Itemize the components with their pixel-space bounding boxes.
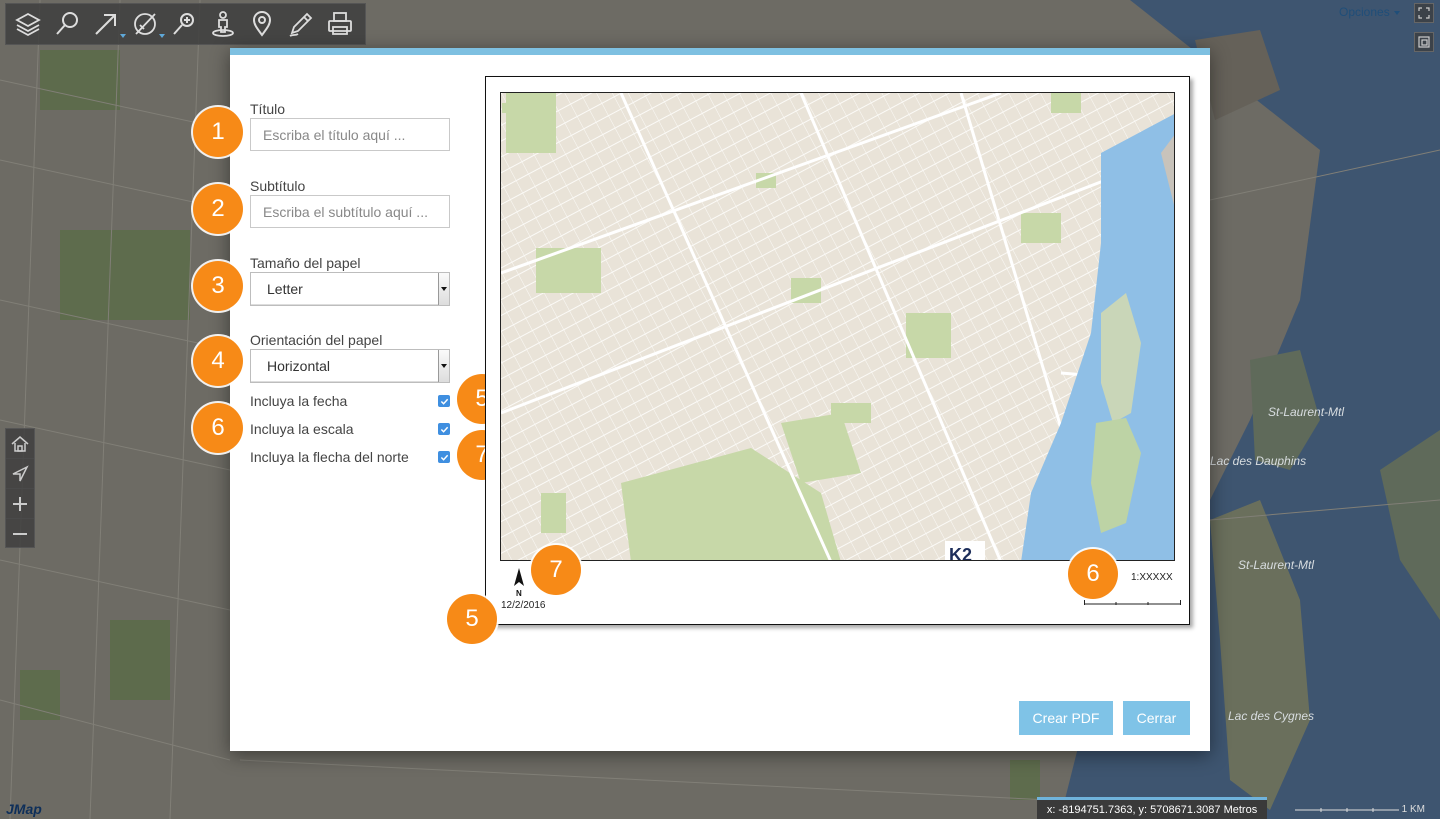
preview-scale-bar (1084, 600, 1181, 605)
coordinates-display: x: -8194751.7363, y: 5708671.3087 Metros (1037, 797, 1267, 819)
step-badge: 3 (193, 261, 243, 311)
watermark-logo: K2 (949, 545, 972, 561)
map-scale-bar: 1 KM (1295, 803, 1425, 817)
map-label: Lac des Dauphins (1210, 454, 1306, 468)
scale-unit-label: 1 KM (1401, 804, 1425, 815)
layers-icon (15, 12, 41, 37)
chevron-down-icon (441, 364, 447, 368)
preview-map: K2 (500, 92, 1175, 561)
overview-button[interactable] (1414, 32, 1434, 52)
orientation-select[interactable]: Horizontal (250, 349, 450, 383)
include-scale-row: Incluya la escala (250, 419, 450, 439)
dropdown-caret (120, 34, 126, 38)
home-button[interactable] (6, 429, 34, 459)
minus-icon (13, 533, 27, 535)
step-badge: 5 (447, 594, 497, 644)
paper-size-value: Letter (267, 281, 303, 297)
north-arrow-icon: N (514, 568, 524, 598)
plus-icon (13, 496, 27, 511)
locate-button[interactable] (6, 459, 34, 489)
include-scale-checkbox[interactable] (438, 423, 450, 435)
dropdown-caret (159, 34, 165, 38)
navigation-arrow-icon (12, 464, 29, 481)
include-date-checkbox[interactable] (438, 395, 450, 407)
fullscreen-button[interactable] (1414, 3, 1434, 23)
jmap-logo: JMap (6, 801, 42, 817)
step-badge: 7 (531, 545, 581, 595)
map-label: Lac des Cygnes (1228, 709, 1314, 723)
layers-button[interactable] (12, 8, 44, 40)
zoom-out-button[interactable] (6, 519, 34, 549)
step-badge: 1 (193, 107, 243, 157)
print-button[interactable] (324, 8, 356, 40)
edit-pencil-icon (289, 12, 313, 37)
paper-size-select[interactable]: Letter (250, 272, 450, 306)
checkmark-icon (440, 454, 448, 461)
subtitle-label: Subtítulo (250, 178, 306, 194)
map-label: St-Laurent-Mtl (1268, 405, 1344, 419)
preview-date-text: 12/2/2016 (501, 600, 546, 611)
title-input[interactable] (250, 118, 450, 151)
north-letter: N (516, 589, 522, 598)
checkmark-icon (440, 398, 448, 405)
preview-scale-text: 1:XXXXX (1131, 572, 1173, 583)
title-label: Título (250, 101, 286, 117)
checkmark-icon (440, 426, 448, 433)
expand-icon (1418, 7, 1430, 19)
include-north-row: Incluya la flecha del norte (250, 447, 450, 467)
street-view-icon (212, 11, 234, 37)
location-pin-icon (252, 11, 272, 37)
search-button[interactable] (51, 8, 83, 40)
include-north-label: Incluya la flecha del norte (250, 449, 409, 465)
include-date-label: Incluya la fecha (250, 393, 348, 409)
search-icon (56, 12, 78, 35)
map-label: St-Laurent-Mtl (1238, 558, 1314, 572)
scale-bar-graphic (1295, 808, 1399, 812)
chevron-down-icon (1393, 10, 1400, 15)
main-toolbar (5, 3, 366, 45)
measure-button[interactable] (129, 8, 165, 40)
zoom-pin-button[interactable] (168, 8, 200, 40)
location-pin-button[interactable] (246, 8, 278, 40)
print-icon (328, 12, 352, 35)
map-navigation-controls (5, 428, 35, 548)
preview-map-image: K2 (501, 93, 1174, 561)
overview-map-icon (1418, 36, 1430, 48)
orientation-value: Horizontal (267, 358, 331, 374)
zoom-pin-icon (173, 13, 194, 35)
subtitle-input[interactable] (250, 195, 450, 228)
orientation-label: Orientación del papel (250, 332, 383, 348)
street-view-button[interactable] (207, 8, 239, 40)
include-scale-label: Incluya la escala (250, 421, 354, 437)
print-preview: K2 N 1:XXXXX 12/2/2016 (485, 76, 1190, 625)
step-badge: 6 (1068, 549, 1118, 599)
step-badge: 2 (193, 184, 243, 234)
create-pdf-button[interactable]: Crear PDF (1019, 701, 1113, 735)
dropdown-arrow (438, 350, 449, 382)
step-badge: 6 (193, 403, 243, 453)
step-badge: 4 (193, 336, 243, 386)
chevron-down-icon (441, 287, 447, 291)
measure-icon (134, 13, 156, 35)
dropdown-arrow (438, 273, 449, 305)
include-date-row: Incluya la fecha (250, 391, 450, 411)
home-icon (11, 435, 29, 452)
include-north-checkbox[interactable] (438, 451, 450, 463)
arrow-tool-button[interactable] (90, 8, 126, 40)
arrow-icon (95, 14, 116, 35)
options-menu[interactable]: Opciones (1339, 5, 1400, 19)
edit-button[interactable] (285, 8, 317, 40)
print-dialog: Título 1 Subtítulo 2 Tamaño del papel Le… (193, 48, 1210, 751)
paper-size-label: Tamaño del papel (250, 255, 361, 271)
close-button[interactable]: Cerrar (1123, 701, 1190, 735)
zoom-in-button[interactable] (6, 489, 34, 519)
